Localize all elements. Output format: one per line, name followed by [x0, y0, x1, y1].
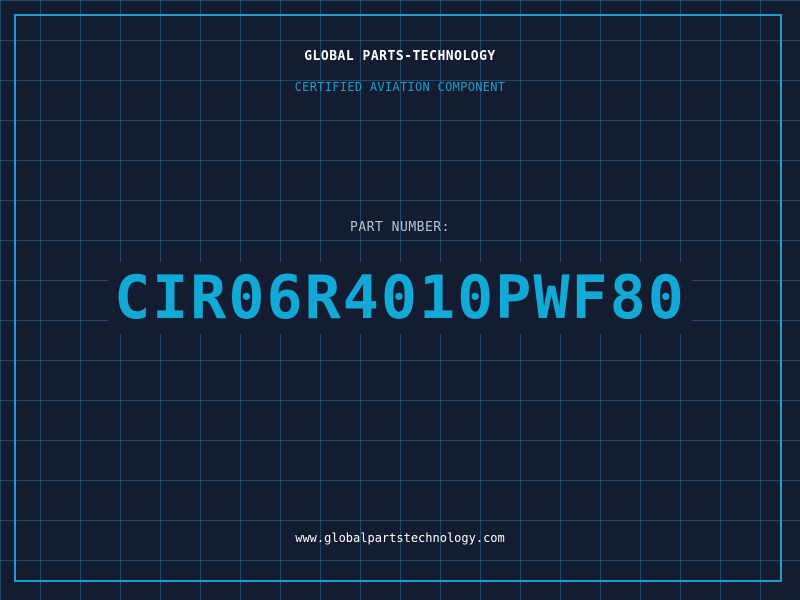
- part-number-value: CIR06R4010PWF80: [108, 262, 692, 334]
- part-number-container: CIR06R4010PWF80: [0, 262, 800, 334]
- certification-subtitle: CERTIFIED AVIATION COMPONENT: [294, 80, 506, 94]
- part-label-card: GLOBAL PARTS-TECHNOLOGY CERTIFIED AVIATI…: [0, 0, 800, 600]
- website-url: www.globalpartstechnology.com: [295, 531, 505, 545]
- part-number-label: PART NUMBER:: [350, 220, 450, 235]
- company-name: GLOBAL PARTS-TECHNOLOGY: [304, 49, 496, 64]
